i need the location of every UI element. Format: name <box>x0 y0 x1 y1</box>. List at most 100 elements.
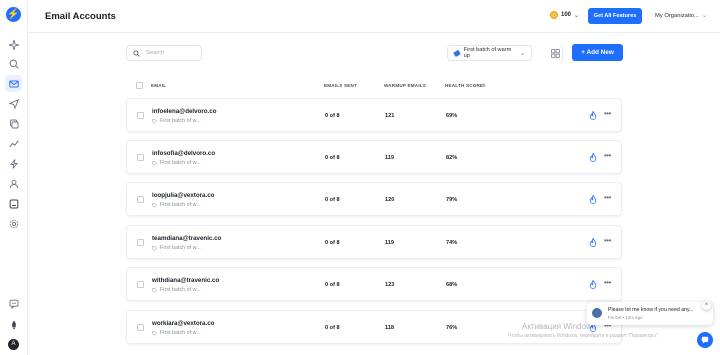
layout-toggle-button[interactable] <box>549 45 563 61</box>
sidebar: ⚡ A <box>0 0 28 355</box>
user-avatar[interactable]: A <box>8 339 19 350</box>
campaign-tag: First batch of w... <box>152 160 201 166</box>
row-checkbox[interactable] <box>137 324 144 331</box>
table-row[interactable]: infosofia@delvoro.co First batch of w...… <box>126 140 622 174</box>
page-title: Email Accounts <box>45 11 116 22</box>
emails-sent-value: 0 of 8 <box>325 197 340 203</box>
account-email[interactable]: infoelena@delvoro.co <box>152 108 216 115</box>
top-header: Email Accounts 100 ⌄ Get All Features My… <box>28 0 720 33</box>
chat-preview-card[interactable]: Please let me know if you need any... Fi… <box>587 302 713 325</box>
campaign-tag-label: First batch of w... <box>160 202 201 208</box>
chevron-down-icon: ⌄ <box>574 12 580 19</box>
add-new-button[interactable]: + Add New <box>572 44 623 61</box>
tag-icon <box>152 118 157 124</box>
app-logo[interactable]: ⚡ <box>6 7 21 22</box>
health-score-value: 68% <box>446 282 458 288</box>
chevron-down-icon: ⌄ <box>519 50 525 57</box>
row-checkbox[interactable] <box>137 196 144 203</box>
warmup-flame-icon[interactable] <box>589 111 597 120</box>
warmup-emails-value: 123 <box>385 282 395 288</box>
contacts-icon[interactable] <box>5 175 22 192</box>
warmup-flame-icon[interactable] <box>589 195 597 204</box>
warmup-emails-value: 121 <box>385 113 395 119</box>
table-row[interactable]: loopjulia@vextora.co First batch of w...… <box>126 182 622 216</box>
grid-icon <box>551 48 560 58</box>
get-all-features-button[interactable]: Get All Features <box>588 8 642 24</box>
mail-icon[interactable] <box>5 75 22 92</box>
organization-dropdown[interactable]: My Organizatio... ⌄ <box>655 12 707 20</box>
bolt-icon[interactable] <box>5 155 22 172</box>
template-icon[interactable] <box>5 195 22 212</box>
search-icon <box>133 49 140 57</box>
campaign-filter-dropdown[interactable]: First batch of warm up ⌄ <box>447 45 532 61</box>
health-score-value: 69% <box>446 113 458 119</box>
more-options-icon[interactable]: ••• <box>604 278 611 287</box>
credits-count: 100 <box>561 12 572 18</box>
credits-dropdown[interactable]: 100 ⌄ <box>550 11 579 19</box>
feedback-icon[interactable] <box>5 295 22 312</box>
emails-sent-value: 0 of 8 <box>325 113 340 119</box>
emails-sent-value: 0 of 8 <box>325 155 340 161</box>
column-warmup-emails[interactable]: WARMUP EMAILS <box>384 83 426 88</box>
sort-icon[interactable]: ⇅ <box>482 83 486 89</box>
warmup-flame-icon[interactable] <box>589 153 597 162</box>
account-email[interactable]: infosofia@delvoro.co <box>152 150 215 157</box>
campaign-tag: First batch of w... <box>152 202 201 208</box>
warmup-emails-value: 119 <box>385 240 395 246</box>
row-checkbox[interactable] <box>137 281 144 288</box>
windows-activation-subtitle: Чтобы активировать Windows, перейдите в … <box>508 333 660 339</box>
settings-icon[interactable] <box>5 215 22 232</box>
account-email[interactable]: loopjulia@vextora.co <box>152 192 214 199</box>
windows-activation-title: Активация Windows <box>522 322 596 331</box>
tag-icon <box>152 330 157 336</box>
search-input[interactable] <box>146 50 196 56</box>
tag-icon <box>152 160 157 166</box>
sparkle-icon[interactable] <box>5 36 22 53</box>
row-checkbox[interactable] <box>137 154 144 161</box>
warmup-emails-value: 119 <box>385 155 395 161</box>
send-icon[interactable] <box>5 95 22 112</box>
campaign-tag-label: First batch of w... <box>160 160 201 166</box>
chat-icon <box>701 336 709 344</box>
campaign-tag: First batch of w... <box>152 330 201 336</box>
health-score-value: 74% <box>446 240 458 246</box>
search-box[interactable] <box>126 45 202 61</box>
more-options-icon[interactable]: ••• <box>604 193 611 202</box>
chat-launcher-button[interactable] <box>697 332 713 348</box>
account-email[interactable]: workiara@vextora.co <box>152 320 214 327</box>
chevron-down-icon: ⌄ <box>701 13 707 19</box>
inbox-stack-icon[interactable] <box>5 115 22 132</box>
analytics-icon[interactable] <box>5 135 22 152</box>
rocket-icon[interactable] <box>5 316 22 333</box>
search-icon[interactable] <box>5 55 22 72</box>
account-email[interactable]: withdiana@travenic.co <box>152 277 219 284</box>
select-all-checkbox[interactable] <box>136 82 143 89</box>
campaign-tag-label: First batch of w... <box>160 287 201 293</box>
warmup-flame-icon[interactable] <box>589 280 597 289</box>
more-options-icon[interactable]: ••• <box>604 236 611 245</box>
campaign-tag: First batch of w... <box>152 245 201 251</box>
table-row[interactable]: teamdiana@travenic.co First batch of w..… <box>126 225 622 259</box>
warmup-flame-icon[interactable] <box>589 238 597 247</box>
account-email[interactable]: teamdiana@travenic.co <box>152 235 221 242</box>
campaign-tag-label: First batch of w... <box>160 118 201 124</box>
row-checkbox[interactable] <box>137 112 144 119</box>
health-score-value: 82% <box>446 155 458 161</box>
column-emails-sent[interactable]: EMAILS SENT <box>324 83 357 88</box>
table-row[interactable]: infoelena@delvoro.co First batch of w...… <box>126 98 622 132</box>
campaign-tag-label: First batch of w... <box>160 245 201 251</box>
campaign-tag: First batch of w... <box>152 287 201 293</box>
more-options-icon[interactable]: ••• <box>604 151 611 160</box>
more-options-icon[interactable]: ••• <box>604 109 611 118</box>
warmup-emails-value: 120 <box>385 197 395 203</box>
row-checkbox[interactable] <box>137 239 144 246</box>
bot-avatar <box>592 308 602 318</box>
table-row[interactable]: withdiana@travenic.co First batch of w..… <box>126 267 622 301</box>
warmup-emails-value: 118 <box>385 325 395 331</box>
emails-sent-value: 0 of 8 <box>325 325 340 331</box>
chat-meta: Fin bot • 14m ago <box>608 315 643 320</box>
column-health-score[interactable]: HEALTH SCORE <box>445 83 483 88</box>
chat-close-icon[interactable]: × <box>702 301 711 310</box>
coin-icon <box>550 11 558 19</box>
campaign-tag-label: First batch of w... <box>160 330 201 336</box>
